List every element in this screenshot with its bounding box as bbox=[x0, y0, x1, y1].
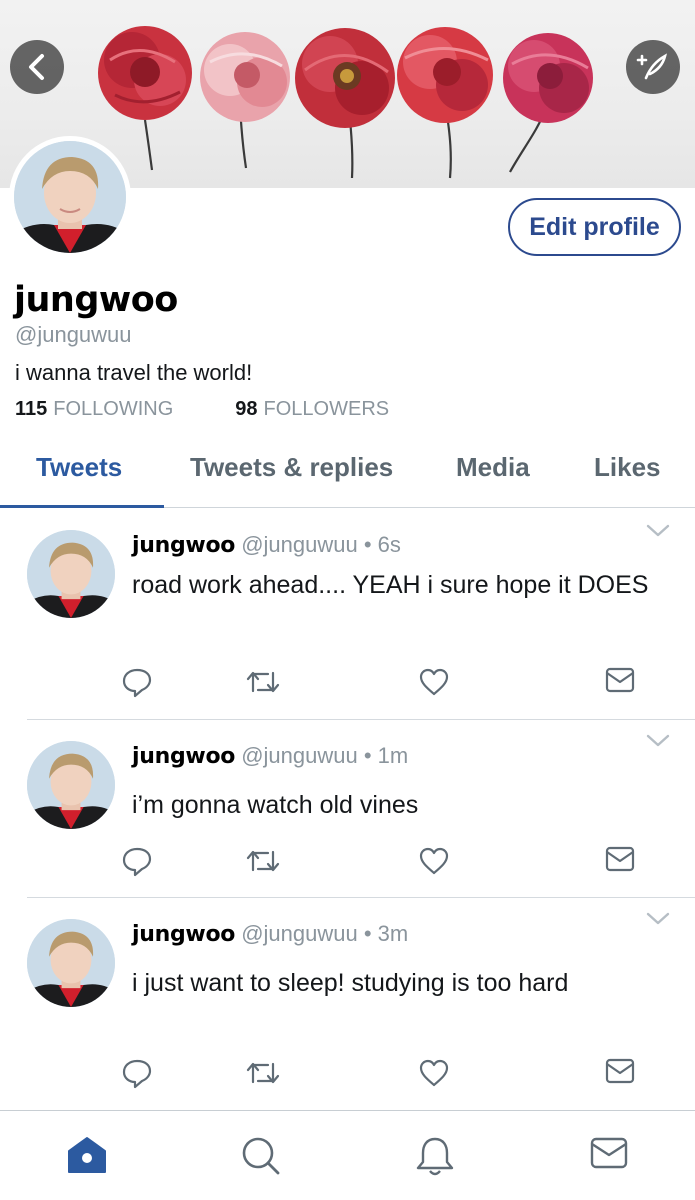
retweet-icon[interactable] bbox=[244, 844, 282, 878]
profile-avatar[interactable] bbox=[9, 136, 131, 258]
tweet-separator: • bbox=[357, 743, 378, 768]
tweet-text: i’m gonna watch old vines bbox=[132, 791, 419, 819]
avatar-photo bbox=[14, 141, 126, 253]
message-icon[interactable] bbox=[604, 665, 636, 695]
tweet-actions bbox=[0, 665, 695, 705]
tweet-author-name[interactable]: jungwoo bbox=[132, 744, 235, 769]
tweet-item[interactable]: jungwoo @junguwuu • 1m i’m gonna watch o… bbox=[0, 720, 695, 898]
message-icon[interactable] bbox=[604, 1056, 636, 1086]
following-count: 115 bbox=[15, 398, 48, 420]
tweet-timestamp: 6s bbox=[377, 532, 401, 557]
search-icon[interactable] bbox=[240, 1135, 282, 1177]
tweet-item[interactable]: jungwoo @junguwuu • 3m i just want to sl… bbox=[0, 898, 695, 1110]
tweet-author-name[interactable]: jungwoo bbox=[132, 533, 235, 558]
retweet-icon[interactable] bbox=[244, 1056, 282, 1090]
profile-display-name: jungwoo bbox=[14, 280, 178, 320]
tweet-avatar[interactable] bbox=[27, 741, 115, 829]
tweet-author-handle: @junguwuu bbox=[241, 532, 358, 557]
like-icon[interactable] bbox=[417, 844, 451, 878]
profile-handle: @junguwuu bbox=[15, 322, 132, 347]
profile-bio: i wanna travel the world! bbox=[15, 360, 253, 385]
tweet-avatar[interactable] bbox=[27, 530, 115, 618]
tab-tweets[interactable]: Tweets bbox=[36, 452, 122, 483]
tweet-timestamp: 3m bbox=[377, 921, 409, 946]
avatar-photo bbox=[27, 741, 115, 829]
notifications-icon[interactable] bbox=[415, 1135, 455, 1177]
chevron-left-icon bbox=[29, 54, 44, 80]
edit-profile-button[interactable]: Edit profile bbox=[508, 198, 681, 256]
followers-count: 98 bbox=[235, 398, 258, 420]
profile-stats: 115 FOLLOWING 98 FOLLOWERS bbox=[15, 398, 389, 421]
tab-media[interactable]: Media bbox=[456, 452, 530, 483]
message-icon[interactable] bbox=[604, 844, 636, 874]
tweet-author-handle: @junguwuu bbox=[241, 743, 358, 768]
like-icon[interactable] bbox=[417, 665, 451, 699]
compose-tweet-button[interactable] bbox=[626, 40, 680, 94]
followers-label: FOLLOWERS bbox=[263, 398, 390, 420]
tweet-text: i just want to sleep! studying is too ha… bbox=[132, 969, 569, 997]
active-tab-indicator bbox=[0, 505, 164, 508]
followers-stat[interactable]: 98 FOLLOWERS bbox=[235, 398, 389, 421]
reply-icon[interactable] bbox=[120, 844, 154, 878]
following-stat[interactable]: 115 FOLLOWING bbox=[15, 398, 173, 421]
chevron-down-icon[interactable] bbox=[646, 524, 670, 538]
tweet-actions bbox=[0, 844, 695, 884]
tweet-header: jungwoo @junguwuu • 1m bbox=[132, 743, 408, 769]
reply-icon[interactable] bbox=[120, 665, 154, 699]
feather-plus-icon bbox=[636, 53, 667, 80]
tweet-avatar[interactable] bbox=[27, 919, 115, 1007]
tweet-author-handle: @junguwuu bbox=[241, 921, 358, 946]
tab-likes[interactable]: Likes bbox=[594, 452, 661, 483]
tab-tweets-replies[interactable]: Tweets & replies bbox=[190, 452, 393, 483]
profile-tabs: Tweets Tweets & replies Media Likes bbox=[0, 440, 695, 508]
bottom-navigation bbox=[0, 1110, 695, 1200]
tweet-text: road work ahead.... YEAH i sure hope it … bbox=[132, 571, 649, 599]
following-label: FOLLOWING bbox=[53, 398, 174, 420]
tweet-author-name[interactable]: jungwoo bbox=[132, 922, 235, 947]
tweet-separator: • bbox=[357, 921, 378, 946]
tweet-actions bbox=[0, 1056, 695, 1096]
avatar-photo bbox=[27, 530, 115, 618]
back-button[interactable] bbox=[10, 40, 64, 94]
avatar-photo bbox=[27, 919, 115, 1007]
tweet-separator: • bbox=[357, 532, 378, 557]
tweet-header: jungwoo @junguwuu • 3m bbox=[132, 921, 408, 947]
chevron-down-icon[interactable] bbox=[646, 912, 670, 926]
retweet-icon[interactable] bbox=[244, 665, 282, 699]
reply-icon[interactable] bbox=[120, 1056, 154, 1090]
tweet-item[interactable]: jungwoo @junguwuu • 6s road work ahead..… bbox=[0, 510, 695, 720]
tweet-header: jungwoo @junguwuu • 6s bbox=[132, 532, 401, 558]
chevron-down-icon[interactable] bbox=[646, 734, 670, 748]
messages-icon[interactable] bbox=[589, 1135, 629, 1171]
home-icon[interactable] bbox=[66, 1135, 108, 1175]
like-icon[interactable] bbox=[417, 1056, 451, 1090]
tweet-timestamp: 1m bbox=[377, 743, 409, 768]
